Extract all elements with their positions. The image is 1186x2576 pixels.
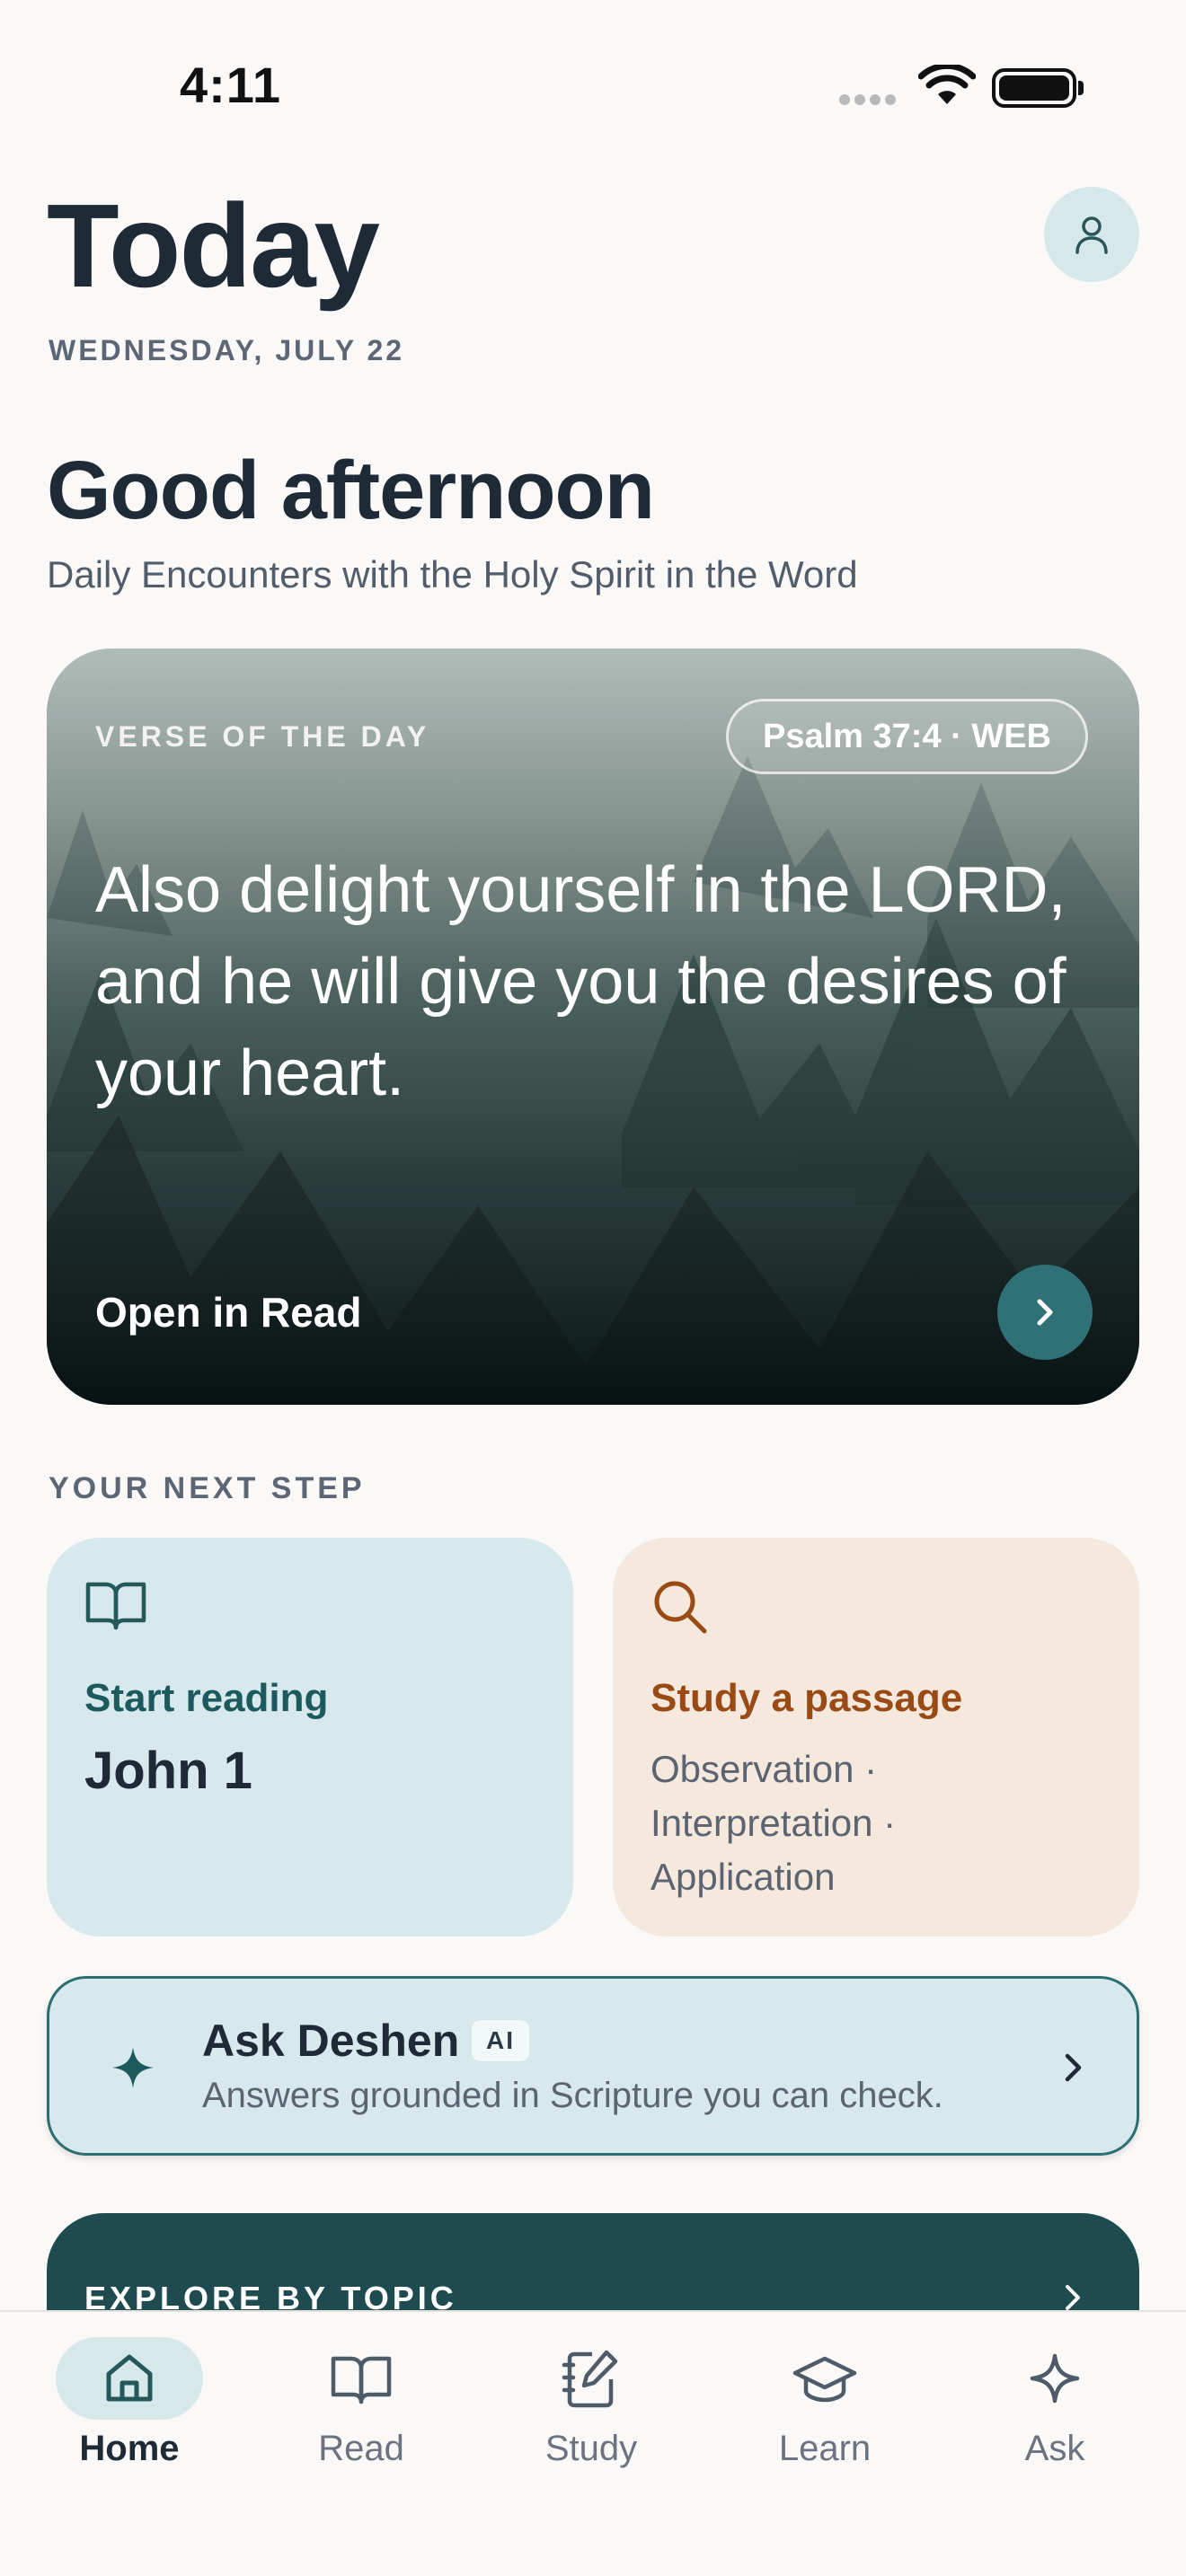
book-open-icon — [331, 2356, 392, 2404]
tab-read-label: Read — [318, 2429, 404, 2468]
graduation-cap-icon — [792, 2356, 857, 2403]
tab-ask-label: Ask — [1024, 2429, 1085, 2468]
sparkle-icon — [1030, 2353, 1080, 2404]
tab-learn[interactable]: Learn — [726, 2312, 924, 2469]
verse-card[interactable]: VERSE OF THE DAY Psalm 37:4 · WEB Also d… — [47, 648, 1139, 1405]
tagline: Daily Encounters with the Holy Spirit in… — [47, 553, 858, 595]
open-in-read-button[interactable] — [997, 1265, 1093, 1360]
tab-study[interactable]: Study — [492, 2312, 690, 2469]
ask-subtitle: Answers grounded in Scripture you can ch… — [202, 2076, 943, 2115]
sparkle-icon — [112, 2047, 154, 2088]
status-bar: 4:11 — [0, 0, 1186, 171]
tab-study-label: Study — [544, 2429, 638, 2468]
verse-label: VERSE OF THE DAY — [95, 720, 430, 753]
next-step-label: YOUR NEXT STEP — [49, 1471, 366, 1505]
battery-cap — [1078, 81, 1084, 95]
start-reading-card[interactable]: Start reading John 1 — [47, 1538, 573, 1936]
user-icon — [1075, 216, 1108, 254]
page-title: Today — [47, 180, 380, 312]
study-passage-label: Study a passage — [651, 1676, 963, 1720]
tab-read[interactable]: Read — [262, 2312, 460, 2469]
ask-deshen-card[interactable]: Ask Deshen AI Answers grounded in Script… — [47, 1976, 1139, 2156]
tab-learn-label: Learn — [778, 2429, 872, 2468]
open-in-read-link[interactable]: Open in Read — [95, 1288, 361, 1337]
page-date: WEDNESDAY, JULY 22 — [49, 334, 405, 366]
home-icon — [106, 2354, 153, 2402]
greeting: Good afternoon — [47, 445, 655, 536]
notebook-pen-icon — [562, 2350, 618, 2408]
start-reading-label: Start reading — [84, 1676, 329, 1720]
tab-bar: Home Read Study Learn Ask — [0, 2310, 1186, 2576]
chevron-right-icon — [1065, 2053, 1082, 2082]
search-icon — [654, 1581, 707, 1634]
reading-chapter: John 1 — [84, 1742, 252, 1800]
tab-ask[interactable]: Ask — [956, 2312, 1154, 2469]
chevron-right-icon — [1037, 1299, 1053, 1326]
wifi-icon — [918, 65, 976, 104]
study-passage-card[interactable]: Study a passage Observation · Interpreta… — [613, 1538, 1139, 1936]
verse-reference-chip[interactable]: Psalm 37:4 · WEB — [726, 699, 1088, 774]
study-methods: Observation · Interpretation · Applicati… — [651, 1748, 897, 1898]
verse-text: Also delight yourself in the LORD, and h… — [95, 854, 1067, 1109]
book-open-icon — [85, 1582, 146, 1630]
ai-badge: AI — [472, 2020, 529, 2061]
profile-button[interactable] — [1044, 187, 1139, 282]
status-time: 4:11 — [180, 57, 281, 113]
signal-icon — [839, 93, 900, 110]
tab-home[interactable]: Home — [31, 2312, 228, 2469]
ask-title: Ask Deshen — [202, 2016, 460, 2066]
tab-home-label: Home — [79, 2429, 180, 2468]
battery-icon — [992, 68, 1076, 108]
